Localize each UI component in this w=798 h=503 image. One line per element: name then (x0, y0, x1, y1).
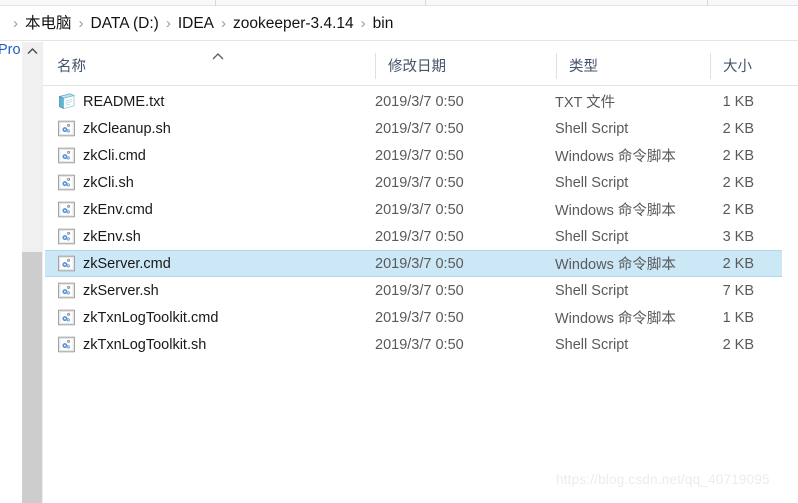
watermark-text: https://blog.csdn.net/qq_40719095 (556, 472, 770, 487)
file-size-cell: 2 KB (722, 255, 754, 272)
breadcrumb[interactable]: › 本电脑 › DATA (D:) › IDEA › zookeeper-3.4… (0, 7, 798, 41)
scrollbar-thumb[interactable] (22, 252, 42, 503)
file-name-cell[interactable]: zkCli.cmd (83, 142, 146, 169)
table-row[interactable]: zkServer.sh 2019/3/7 0:50 Shell Script 7 KB (43, 277, 798, 304)
file-date-cell: 2019/3/7 0:50 (375, 174, 464, 191)
file-date-cell: 2019/3/7 0:50 (375, 309, 464, 326)
navigation-pane-clipped (0, 42, 22, 503)
column-header-size[interactable]: 大小 (723, 46, 752, 85)
chevron-right-icon: › (360, 15, 366, 32)
file-size-cell: 2 KB (722, 147, 754, 164)
table-row[interactable]: zkCli.sh 2019/3/7 0:50 Shell Script 2 KB (43, 169, 798, 196)
table-row[interactable]: README.txt 2019/3/7 0:50 TXT 文件 1 KB (43, 88, 798, 115)
file-name-cell[interactable]: zkServer.cmd (83, 250, 171, 277)
breadcrumb-item-bin[interactable]: bin (373, 16, 394, 32)
file-date-cell: 2019/3/7 0:50 (375, 228, 464, 245)
table-row[interactable]: zkEnv.cmd 2019/3/7 0:50 Windows 命令脚本 2 KB (43, 196, 798, 223)
script-file-icon (58, 120, 75, 137)
file-date-cell: 2019/3/7 0:50 (375, 201, 464, 218)
file-date-cell: 2019/3/7 0:50 (375, 147, 464, 164)
top-strip-tick (215, 0, 216, 6)
breadcrumb-item-idea[interactable]: IDEA (178, 16, 214, 32)
script-file-icon (58, 309, 75, 326)
file-size-cell: 7 KB (722, 282, 754, 299)
file-size-cell: 3 KB (722, 228, 754, 245)
file-size-cell: 2 KB (722, 174, 754, 191)
column-header-type[interactable]: 类型 (569, 46, 598, 85)
chevron-right-icon: › (78, 15, 84, 32)
nav-item-clipped-label[interactable]: Pro (0, 42, 21, 58)
file-size-cell: 2 KB (722, 201, 754, 218)
top-strip-tick (707, 0, 708, 6)
file-date-cell: 2019/3/7 0:50 (375, 336, 464, 353)
column-header-row: 名称 修改日期 类型 大小 (43, 46, 798, 86)
table-row[interactable]: zkTxnLogToolkit.cmd 2019/3/7 0:50 Windows … (43, 304, 798, 331)
file-name-cell[interactable]: zkEnv.cmd (83, 196, 153, 223)
vertical-scrollbar[interactable] (22, 42, 42, 503)
table-row[interactable]: zkTxnLogToolkit.sh 2019/3/7 0:50 Shell Scr… (43, 331, 798, 358)
script-file-icon (58, 336, 75, 353)
file-date-cell: 2019/3/7 0:50 (375, 120, 464, 137)
column-header-date-modified[interactable]: 修改日期 (388, 46, 446, 85)
file-size-cell: 2 KB (722, 336, 754, 353)
column-divider[interactable] (375, 53, 376, 79)
chevron-up-icon[interactable] (22, 42, 42, 60)
sort-ascending-icon (212, 53, 224, 60)
file-name-cell[interactable]: zkTxnLogToolkit.sh (83, 331, 206, 358)
breadcrumb-item-zookeeper[interactable]: zookeeper-3.4.14 (233, 16, 354, 32)
file-size-cell: 2 KB (722, 120, 754, 137)
script-file-icon (58, 174, 75, 191)
file-date-cell: 2019/3/7 0:50 (375, 282, 464, 299)
file-type-cell: Shell Script (555, 336, 629, 353)
table-row[interactable]: zkServer.cmd 2019/3/7 0:50 Windows 命令脚本 2 K… (43, 250, 798, 277)
chevron-right-icon: › (221, 15, 227, 32)
file-type-cell: Windows 命令脚本 (555, 149, 676, 165)
column-divider[interactable] (556, 53, 557, 79)
file-name-cell[interactable]: zkServer.sh (83, 277, 159, 304)
file-type-cell: Windows 命令脚本 (555, 257, 676, 273)
file-list: README.txt 2019/3/7 0:50 TXT 文件 1 KB zkClean… (43, 88, 798, 358)
window-top-strip (0, 0, 798, 6)
file-type-cell: Windows 命令脚本 (555, 203, 676, 219)
chevron-right-icon: › (13, 15, 18, 32)
file-size-cell: 1 KB (722, 309, 754, 326)
file-name-cell[interactable]: zkCli.sh (83, 169, 134, 196)
script-file-icon (58, 255, 75, 272)
script-file-icon (58, 282, 75, 299)
breadcrumb-item-this-pc[interactable]: 本电脑 (25, 16, 72, 32)
file-type-cell: Shell Script (555, 120, 629, 137)
file-name-cell[interactable]: README.txt (83, 88, 164, 115)
script-file-icon (58, 201, 75, 218)
file-date-cell: 2019/3/7 0:50 (375, 93, 464, 110)
file-type-cell: Shell Script (555, 228, 629, 245)
file-type-cell: Shell Script (555, 282, 629, 299)
breadcrumb-item-data-d[interactable]: DATA (D:) (91, 16, 159, 32)
table-row[interactable]: zkEnv.sh 2019/3/7 0:50 Shell Script 3 KB (43, 223, 798, 250)
file-type-cell: Windows 命令脚本 (555, 311, 676, 327)
table-row[interactable]: zkCleanup.sh 2019/3/7 0:50 Shell Script 2 K… (43, 115, 798, 142)
file-name-cell[interactable]: zkTxnLogToolkit.cmd (83, 304, 218, 331)
file-type-cell: Shell Script (555, 174, 629, 191)
file-type-cell: TXT 文件 (555, 95, 616, 111)
table-row[interactable]: zkCli.cmd 2019/3/7 0:50 Windows 命令脚本 2 KB (43, 142, 798, 169)
chevron-right-icon: › (165, 15, 171, 32)
file-name-cell[interactable]: zkEnv.sh (83, 223, 141, 250)
file-date-cell: 2019/3/7 0:50 (375, 255, 464, 272)
column-header-name[interactable]: 名称 (57, 46, 86, 85)
top-strip-tick (425, 0, 426, 6)
column-divider[interactable] (710, 53, 711, 79)
text-document-icon (58, 93, 76, 110)
script-file-icon (58, 147, 75, 164)
script-file-icon (58, 228, 75, 245)
file-name-cell[interactable]: zkCleanup.sh (83, 115, 171, 142)
file-size-cell: 1 KB (722, 93, 754, 110)
